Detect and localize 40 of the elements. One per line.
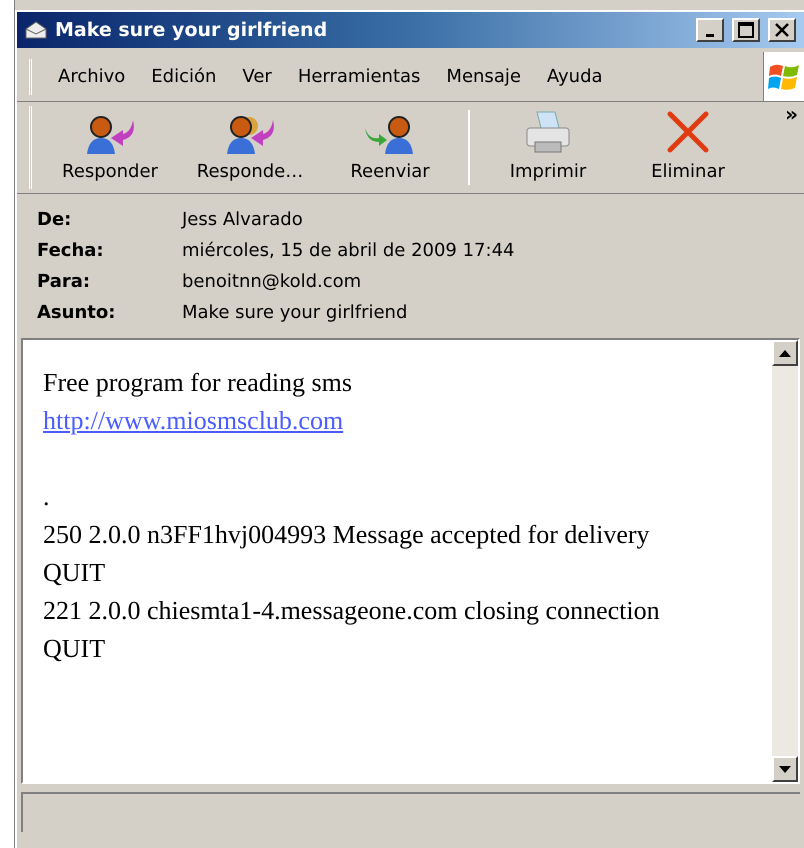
minimize-button[interactable] [696, 18, 724, 42]
header-value: miércoles, 15 de abril de 2009 17:44 [182, 239, 516, 263]
header-label: Para: [37, 270, 92, 294]
scroll-up-button[interactable] [772, 340, 798, 366]
body-line: Free program for reading sms [43, 367, 354, 399]
body-line: . [43, 481, 50, 513]
header-label: Fecha: [37, 239, 105, 263]
body-line: 221 2.0.0 chiesmta1-4.messageone.com closing connection [43, 595, 661, 627]
header-label: De: [37, 208, 72, 232]
maximize-button[interactable] [732, 18, 760, 42]
menu-item[interactable]: Ver [234, 63, 280, 90]
up-arrow-icon [779, 350, 791, 356]
envelope-icon [25, 21, 47, 39]
header-value: Jess Alvarado [182, 208, 304, 232]
toolbar-button[interactable]: Imprimir [478, 106, 618, 189]
body-line: 250 2.0.0 n3FF1hvj004993 Message accepted for delivery [43, 519, 651, 551]
window-title: Make sure your girlfriend [55, 18, 328, 43]
close-button[interactable] [768, 18, 796, 42]
cross-icon [666, 110, 710, 154]
minimize-icon [706, 34, 714, 37]
menu-item[interactable]: Edición [143, 63, 224, 90]
toolbar-button[interactable]: Responde… [180, 106, 320, 189]
header-value: Make sure your girlfriend [182, 301, 408, 325]
toolbar-overflow-button[interactable]: » [785, 104, 798, 124]
body-line: QUIT [43, 557, 106, 589]
message-link[interactable]: http://www.miosmsclub.com [43, 406, 344, 435]
close-icon [775, 23, 789, 37]
down-arrow-icon [779, 766, 791, 772]
maximize-icon [738, 22, 754, 38]
menu-item[interactable]: Herramientas [290, 63, 428, 90]
toolbar-button[interactable]: Eliminar [618, 106, 758, 189]
body-line: QUIT [43, 633, 106, 665]
toolbar-button[interactable]: Responder [40, 106, 180, 189]
toolbar-button[interactable]: Reenviar [320, 106, 460, 189]
scroll-down-button[interactable] [772, 756, 798, 782]
menu-item[interactable]: Archivo [50, 63, 134, 90]
menu-item[interactable]: Ayuda [538, 63, 611, 90]
header-value: benoitnn@kold.com [182, 270, 362, 294]
header-label: Asunto: [37, 301, 116, 325]
menu-item[interactable]: Mensaje [438, 63, 529, 90]
